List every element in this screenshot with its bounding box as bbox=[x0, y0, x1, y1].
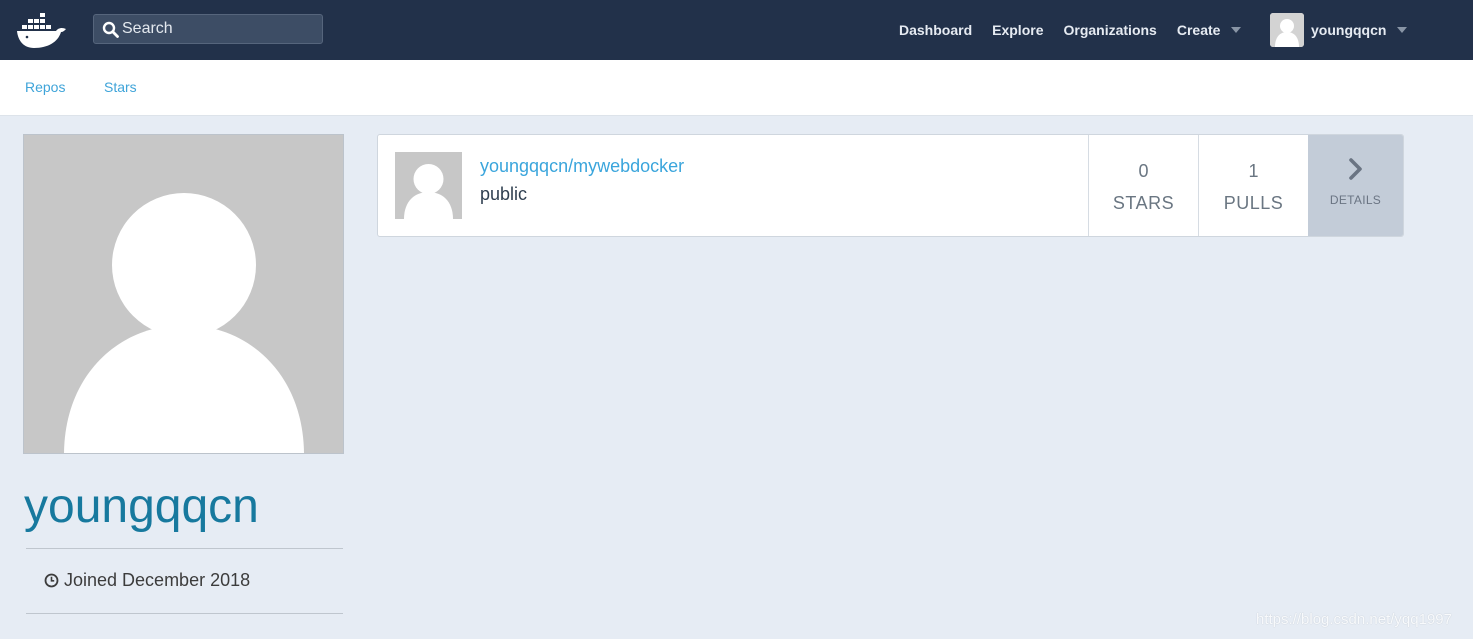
repo-pulls-stat: 1 PULLS bbox=[1198, 135, 1308, 236]
repo-name-link[interactable]: youngqqcn/mywebdocker bbox=[480, 156, 684, 177]
nav-dashboard-link[interactable]: Dashboard bbox=[899, 22, 972, 38]
repo-visibility: public bbox=[480, 184, 528, 204]
divider bbox=[26, 613, 343, 614]
repo-details-button[interactable]: DETAILS bbox=[1308, 135, 1403, 236]
nav-organizations-link[interactable]: Organizations bbox=[1063, 22, 1156, 38]
docker-whale-icon[interactable] bbox=[16, 11, 68, 49]
repo-details-label: DETAILS bbox=[1329, 193, 1382, 207]
repo-avatar bbox=[395, 152, 462, 219]
nav-links: Dashboard Explore Organizations Create bbox=[899, 0, 1242, 60]
nav-explore-link[interactable]: Explore bbox=[992, 22, 1043, 38]
repo-pulls-count: 1 bbox=[1248, 161, 1259, 181]
joined-text: Joined December 2018 bbox=[64, 570, 251, 590]
clock-icon bbox=[44, 573, 59, 588]
tab-stars[interactable]: Stars bbox=[104, 79, 137, 95]
repo-card[interactable]: youngqqcn/mywebdocker public 0 STARS 1 P… bbox=[377, 134, 1404, 237]
repo-stars-label: STARS bbox=[1112, 193, 1175, 213]
chevron-down-icon bbox=[1231, 27, 1242, 33]
avatar bbox=[1270, 13, 1304, 47]
profile-username: youngqqcn bbox=[24, 480, 259, 533]
tab-repos[interactable]: Repos bbox=[25, 79, 65, 95]
nav-create-label: Create bbox=[1176, 22, 1221, 38]
divider bbox=[26, 548, 343, 549]
chevron-down-icon bbox=[1397, 27, 1408, 33]
chevron-right-icon bbox=[1346, 157, 1366, 181]
search-input[interactable] bbox=[122, 20, 312, 38]
repo-stars-stat: 0 STARS bbox=[1088, 135, 1198, 236]
top-navbar: Dashboard Explore Organizations Create y… bbox=[0, 0, 1473, 60]
search-icon bbox=[101, 20, 119, 38]
nav-create-dropdown[interactable]: Create bbox=[1177, 22, 1242, 38]
joined-date: Joined December 2018 bbox=[44, 570, 250, 591]
watermark: https://blog.csdn.net/yqq1997 bbox=[1256, 611, 1452, 628]
profile-subnav: Repos Stars bbox=[0, 60, 1473, 116]
repo-pulls-label: PULLS bbox=[1223, 193, 1284, 213]
profile-avatar bbox=[23, 134, 344, 454]
user-menu[interactable]: youngqqcn bbox=[1270, 13, 1408, 47]
search-box[interactable] bbox=[93, 14, 323, 44]
repo-stars-count: 0 bbox=[1138, 161, 1149, 181]
user-menu-username: youngqqcn bbox=[1311, 22, 1387, 38]
